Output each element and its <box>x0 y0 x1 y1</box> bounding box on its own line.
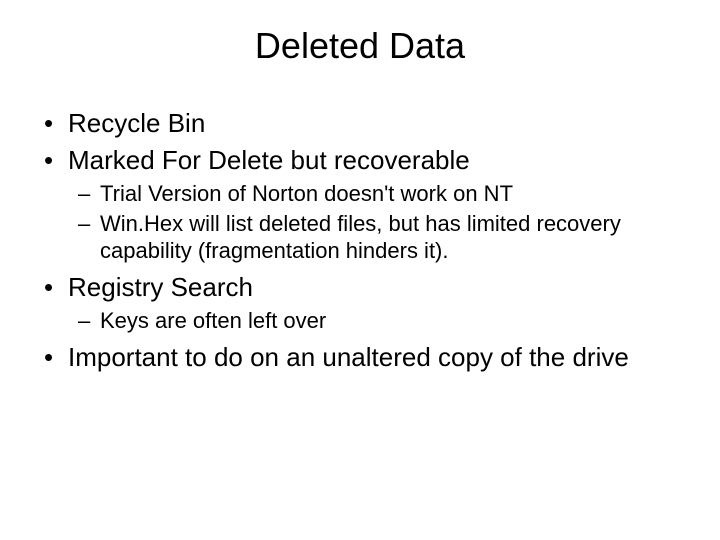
bullet-item: Registry Search Keys are often left over <box>40 271 680 335</box>
sub-bullet-item: Win.Hex will list deleted files, but has… <box>68 210 680 265</box>
sub-bullet-text: Trial Version of Norton doesn't work on … <box>100 181 513 206</box>
slide-content: Recycle Bin Marked For Delete but recove… <box>0 107 720 373</box>
sub-bullet-text: Win.Hex will list deleted files, but has… <box>100 211 621 264</box>
bullet-list: Recycle Bin Marked For Delete but recove… <box>40 107 680 373</box>
bullet-item: Recycle Bin <box>40 107 680 140</box>
sub-bullet-item: Keys are often left over <box>68 307 680 335</box>
sub-bullet-text: Keys are often left over <box>100 308 326 333</box>
bullet-text: Registry Search <box>68 272 253 302</box>
bullet-text: Marked For Delete but recoverable <box>68 145 470 175</box>
bullet-item: Important to do on an unaltered copy of … <box>40 341 680 374</box>
sub-bullet-list: Trial Version of Norton doesn't work on … <box>68 180 680 265</box>
bullet-item: Marked For Delete but recoverable Trial … <box>40 144 680 265</box>
bullet-text: Recycle Bin <box>68 108 205 138</box>
sub-bullet-item: Trial Version of Norton doesn't work on … <box>68 180 680 208</box>
bullet-text: Important to do on an unaltered copy of … <box>68 342 629 372</box>
slide-title: Deleted Data <box>0 25 720 67</box>
sub-bullet-list: Keys are often left over <box>68 307 680 335</box>
